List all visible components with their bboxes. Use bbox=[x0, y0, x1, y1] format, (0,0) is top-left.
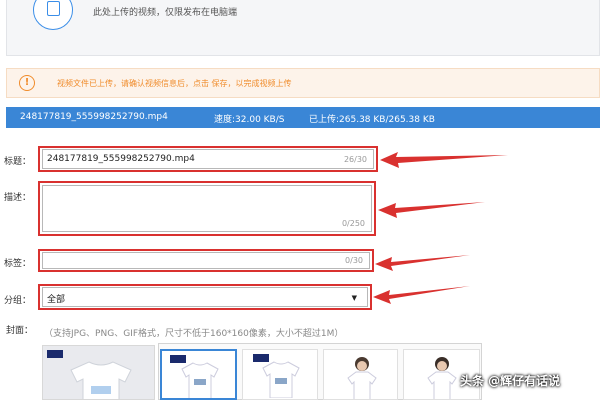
tshirt-image bbox=[262, 361, 300, 398]
tshirt-image bbox=[70, 361, 132, 399]
dropdown-arrow-icon: ▼ bbox=[351, 294, 357, 302]
cover-thumbnail-3[interactable] bbox=[323, 349, 398, 400]
group-value: 全部 bbox=[47, 295, 66, 305]
group-label: 分组： bbox=[4, 296, 32, 306]
tags-label: 标签： bbox=[4, 259, 32, 269]
cover-thumbnail-2[interactable] bbox=[242, 349, 318, 400]
arrow-group bbox=[373, 286, 470, 304]
cover-preview bbox=[42, 345, 155, 400]
arrow-description bbox=[378, 202, 485, 218]
cover-label: 封面： bbox=[6, 326, 34, 336]
cover-thumbnail-1[interactable] bbox=[160, 349, 237, 400]
group-select[interactable]: 全部 ▼ bbox=[42, 287, 368, 307]
upload-notice: ! 视频文件已上传，请确认视频信息后，点击 保存，以完成视频上传 bbox=[6, 68, 600, 98]
tags-char-count: 0/30 bbox=[345, 256, 363, 265]
progress-filename: 248177819_555998252790.mp4 bbox=[20, 112, 168, 122]
tags-input[interactable]: 0/30 bbox=[42, 252, 370, 269]
brand-logo bbox=[47, 350, 63, 358]
title-value: 248177819_555998252790.mp4 bbox=[47, 154, 195, 164]
upload-hint: 此处上传的视频，仅限发布在电脑端 bbox=[93, 8, 238, 18]
person-image bbox=[427, 357, 457, 399]
progress-speed: 速度:32.00 KB/S bbox=[214, 115, 285, 125]
notice-text: 视频文件已上传，请确认视频信息后，点击 保存，以完成视频上传 bbox=[57, 79, 292, 88]
cover-hint: （支持JPG、PNG、GIF格式，尺寸不低于160*160像素，大小不超过1M） bbox=[44, 329, 344, 339]
title-input[interactable]: 248177819_555998252790.mp4 26/30 bbox=[42, 149, 374, 169]
title-label: 标题： bbox=[4, 157, 32, 167]
title-char-count: 26/30 bbox=[343, 155, 367, 164]
upload-progress-bar: 248177819_555998252790.mp4 速度:32.00 KB/S… bbox=[6, 107, 600, 128]
arrow-tags bbox=[375, 255, 470, 271]
tshirt-image bbox=[181, 362, 219, 398]
person-image bbox=[347, 357, 377, 399]
upload-button[interactable] bbox=[33, 0, 73, 30]
description-input[interactable]: 0/250 bbox=[42, 185, 372, 232]
description-label: 描述： bbox=[4, 193, 32, 203]
watermark: 头条 @辉仔有话说 bbox=[460, 374, 561, 388]
description-char-count: 0/250 bbox=[341, 219, 365, 228]
document-icon bbox=[47, 1, 60, 16]
progress-uploaded: 已上传:265.38 KB/265.38 KB bbox=[309, 115, 435, 125]
arrow-title bbox=[380, 152, 508, 168]
upload-source-panel: 此处上传的视频，仅限发布在电脑端 bbox=[6, 0, 600, 56]
warning-icon: ! bbox=[19, 75, 35, 91]
